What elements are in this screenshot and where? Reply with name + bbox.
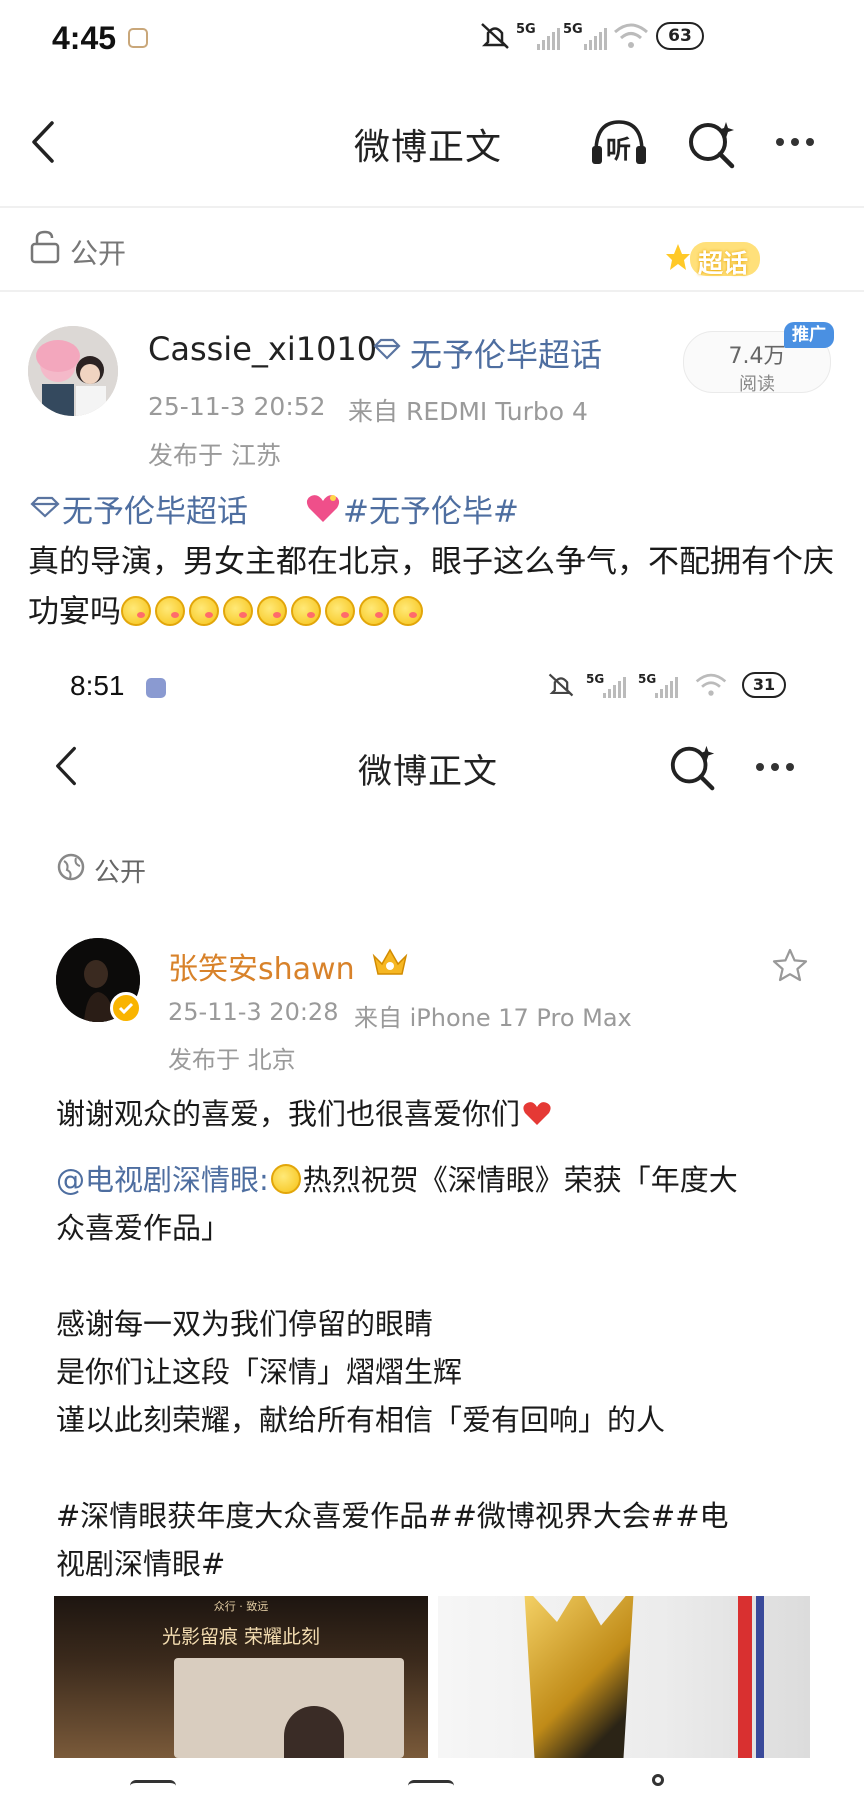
signal-1-icon: 5G [516,18,560,50]
verified-badge [110,992,142,1024]
inner-status-time: 8:51 [70,670,125,701]
hashtag-link[interactable]: #无予伦毕# [343,486,519,531]
post-timestamp: 25-11-3 20:52 [148,392,326,421]
paragraph-line: 是你们让这段「深情」熠熠生辉 [56,1355,463,1389]
topic-link[interactable]: 无予伦毕超话 [62,486,248,531]
inner-post-text: 谢谢观众的喜爱，我们也很喜爱你们 [56,1090,816,1140]
inner-visibility-label: 公开 [94,858,147,888]
mute-icon [478,20,512,56]
search-icon[interactable] [686,118,738,174]
more-icon[interactable] [776,138,814,146]
promo-badge: 推广 [784,322,834,348]
image-person [284,1706,344,1758]
diamond-icon [30,496,60,522]
favorite-star-icon[interactable] [772,948,808,986]
inner-battery-indicator: 31 [742,672,786,698]
notification-icon [128,28,148,48]
inner-post-location: 发布于 北京 [168,1046,296,1074]
inner-wifi-icon [694,672,728,702]
stripe-accent [738,1596,752,1758]
image-caption-top: 众行 · 致远 [213,1600,269,1613]
emoji-icon [325,596,355,626]
post-image-2[interactable] [438,1596,810,1758]
visibility-label: 公开 [70,237,127,270]
wifi-icon [612,22,650,54]
emoji-icon [393,596,423,626]
avatar[interactable] [28,326,118,416]
bottom-bar [0,1764,864,1798]
divider [0,206,864,208]
emoji-icon [359,596,389,626]
post-text: 真的导演，男女主都在北京，眼子这么争气，不配拥有个庆功宴吗 [28,544,834,630]
status-time: 4:45 [52,20,117,56]
emoji-icon [291,596,321,626]
supertopic-link[interactable]: 无予伦毕超话 [410,330,602,376]
emoji-icon [189,596,219,626]
inner-signal-1-icon: 5G [586,668,626,698]
back-icon[interactable] [30,120,56,168]
post-source: 来自 REDMI Turbo 4 [348,397,588,426]
inner-more-icon[interactable] [756,763,794,771]
paragraph-line: 谨以此刻荣耀，献给所有相信「爱有回响」的人 [56,1403,666,1437]
divider [0,290,864,292]
repost-content: @电视剧深情眼: 热烈祝贺《深情眼》荣获「年度大 众喜爱作品」 [56,1163,738,1245]
supertopic-badge-label: 超话 [698,249,749,278]
emoji-icon [223,596,253,626]
inner-username[interactable]: 张笑安shawn [168,944,355,988]
supertopic-badge[interactable]: 超话 [660,230,780,286]
inner-search-icon[interactable] [668,742,718,796]
inner-post-timestamp: 25-11-3 20:28 [168,998,339,1026]
inner-page-title: 微博正文 [358,752,498,792]
signal-2-icon: 5G [563,18,607,50]
inner-signal-2-icon: 5G [638,668,678,698]
lock-icon [30,230,60,268]
image-caption: 光影留痕 荣耀此刻 [161,1626,321,1648]
heart-sparkle-icon [305,492,341,528]
page-title: 微博正文 [354,127,503,168]
inner-back-icon[interactable] [54,745,78,791]
nav-tab-icon[interactable] [408,1780,454,1794]
nav-tab-icon[interactable] [130,1780,176,1794]
inner-mute-icon [546,670,576,704]
crown-icon [370,946,410,982]
nav-tab-icon[interactable] [652,1774,664,1786]
post-image-1[interactable]: 众行 · 致远 光影留痕 荣耀此刻 [54,1596,428,1758]
trophy-shape [524,1596,634,1758]
paragraph-line: 感谢每一双为我们停留的眼睛 [56,1307,434,1341]
emoji-icon [257,596,287,626]
hashtags[interactable]: #深情眼获年度大众喜爱作品##微博视界大会##电 视剧深情眼# [56,1492,826,1588]
emoji-icon [155,596,185,626]
inner-post-source: 来自 iPhone 17 Pro Max [354,1004,632,1032]
celebrate-icon [270,1164,301,1194]
heart-icon [522,1092,552,1140]
globe-icon [56,852,86,886]
listen-icon[interactable]: 听 [588,114,650,170]
listen-label: 听 [606,135,632,164]
stripe-accent [756,1596,764,1758]
emoji-icon [121,596,151,626]
username[interactable]: Cassie_xi1010 [148,330,377,368]
inner-notification-icon [146,678,166,698]
battery-indicator: 63 [656,22,704,50]
post-location: 发布于 江苏 [148,441,281,470]
mention-link[interactable]: @电视剧深情眼: [56,1163,269,1197]
diamond-icon [373,338,401,364]
read-label: 阅读 [739,374,775,395]
emoji-row [121,594,427,630]
thanks-paragraph: 感谢每一双为我们停留的眼睛 是你们让这段「深情」熠熠生辉 谨以此刻荣耀，献给所有… [56,1300,826,1444]
